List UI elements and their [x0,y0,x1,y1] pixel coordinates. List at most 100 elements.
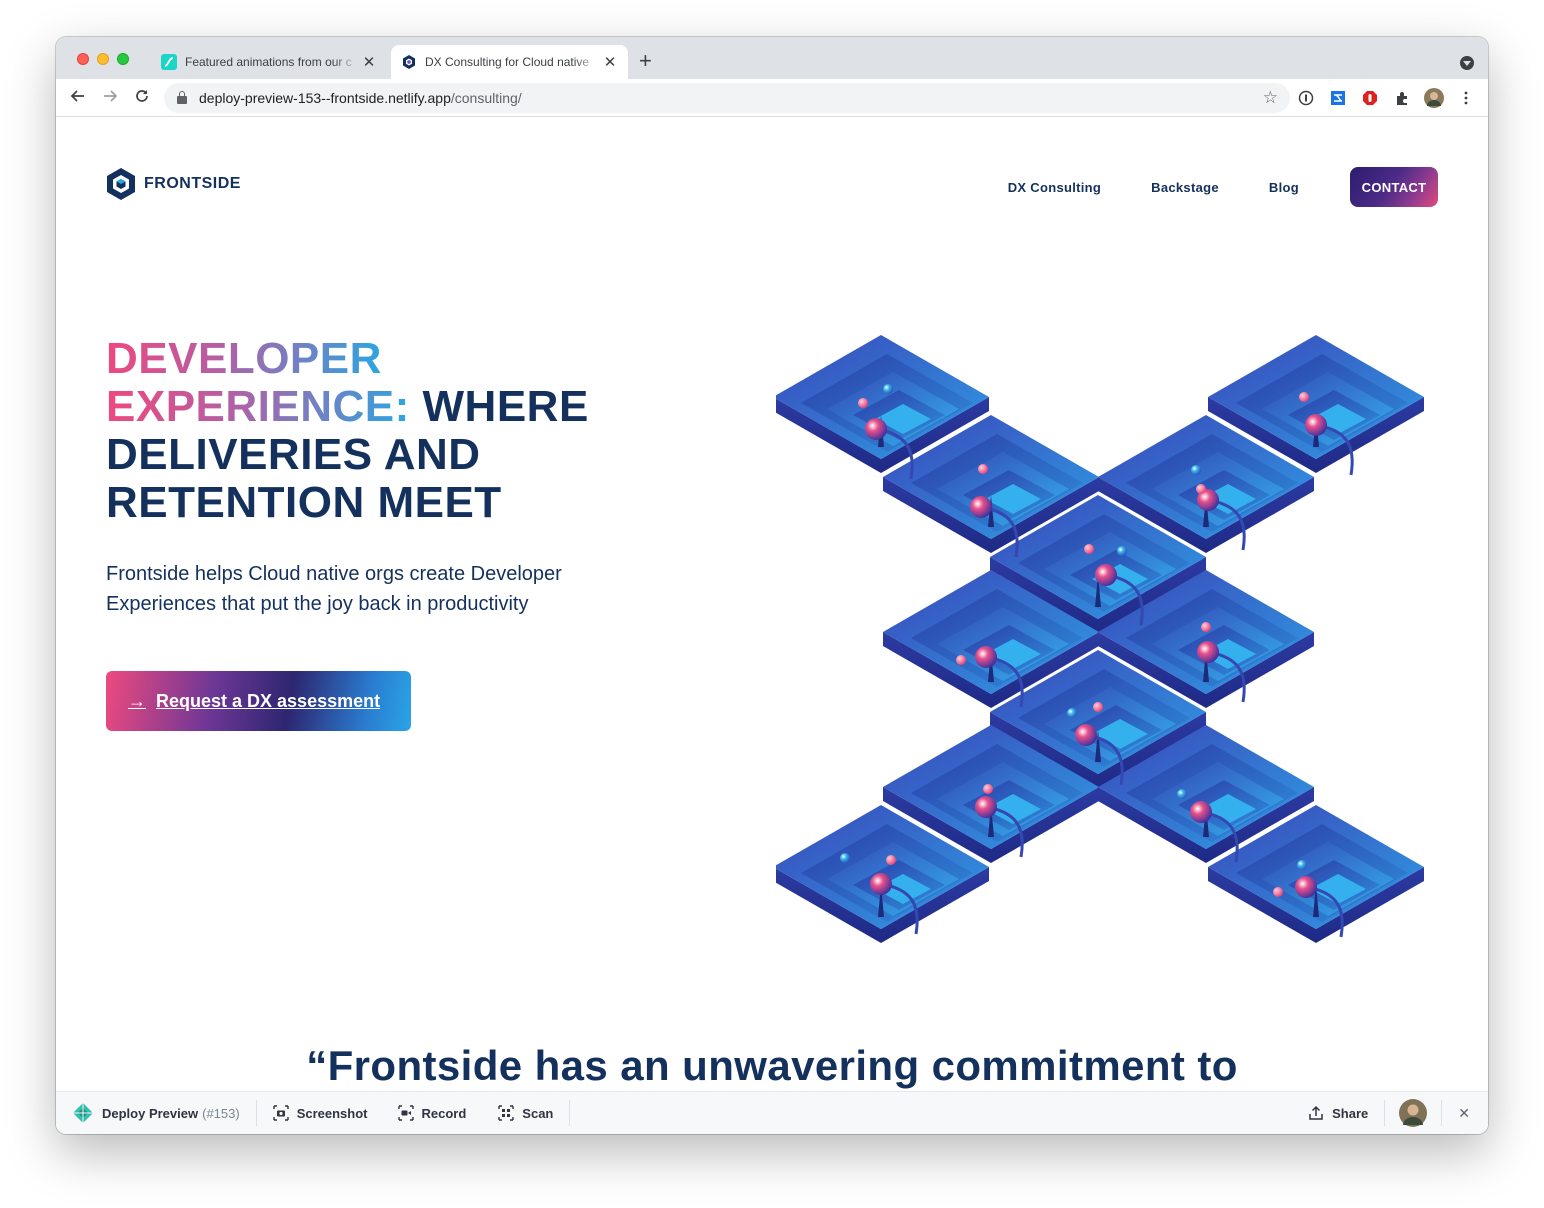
frontside-logo-icon [107,168,135,200]
arrow-right-icon: → [128,690,146,711]
hero-title: DEVELOPER EXPERIENCE: WHERE DELIVERIES A… [106,335,666,527]
record-video-icon [397,1105,414,1121]
screenshot-label: Screenshot [296,1105,368,1121]
main-nav: DX Consulting Backstage Blog CONTACT [1008,167,1438,207]
browser-menu-icon[interactable] [1458,90,1474,106]
screenshot-button[interactable]: Screenshot [257,1092,384,1135]
url-host: deploy-preview-153--frontside.netlify.ap… [199,90,451,106]
scan-label: Scan [522,1105,554,1121]
adblock-extension-icon[interactable] [1362,90,1378,106]
small-sphere [978,464,988,474]
url-path: /consulting/ [450,90,522,106]
nav-dx-consulting[interactable]: DX Consulting [1008,180,1101,195]
divider [569,1100,571,1126]
hero-title-line2-rest: WHERE [409,382,589,431]
back-icon[interactable] [70,88,86,108]
logo-wordmark: FRONTSIDE [144,175,241,192]
small-sphere [1299,392,1309,402]
close-window-button[interactable] [77,53,89,65]
browser-toolbar: deploy-preview-153--frontside.netlify.ap… [56,79,1488,117]
sphere [1095,564,1117,586]
small-sphere [886,855,896,865]
share-icon [1308,1105,1324,1121]
lottie-favicon-icon [161,54,177,70]
tab-close-icon[interactable]: ✕ [600,53,620,71]
deploy-preview-label: Deploy Preview [102,1105,199,1121]
sphere [1190,801,1212,823]
netlify-logo-icon [72,1102,94,1124]
page-content: FRONTSIDE DX Consulting Backstage Blog C… [56,117,1488,1091]
tab-search-icon[interactable] [1460,56,1474,70]
sphere [870,873,892,895]
frontside-logo[interactable]: FRONTSIDE [106,167,241,201]
sphere [975,796,997,818]
tab-title: DX Consulting for Cloud native [425,55,590,69]
nav-backstage[interactable]: Backstage [1151,180,1219,195]
hero-title-line3: DELIVERIES AND [106,430,481,479]
deploy-preview-info[interactable]: Deploy Preview (#153) [56,1092,256,1135]
lock-icon[interactable] [177,91,187,104]
extensions-puzzle-icon[interactable] [1394,90,1410,106]
netlify-deploy-preview-bar: Deploy Preview (#153) Screenshot Record … [56,1091,1488,1134]
sphere [1305,414,1327,436]
small-sphere [1177,789,1187,799]
hero-title-line2-gradient: EXPERIENCE: [106,382,410,431]
tab-strip: Featured animations from our c ✕ DX Cons… [56,37,1488,79]
small-sphere [1191,465,1201,475]
small-sphere [840,853,850,863]
record-button[interactable]: Record [384,1092,483,1135]
profile-avatar[interactable] [1424,88,1444,108]
url-text: deploy-preview-153--frontside.netlify.ap… [199,90,522,106]
share-label: Share [1332,1105,1369,1121]
sphere [1075,724,1097,746]
maximize-window-button[interactable] [117,53,129,65]
sphere [865,418,887,440]
sphere [975,646,997,668]
small-sphere [1084,544,1094,554]
browser-window: Featured animations from our c ✕ DX Cons… [56,37,1488,1134]
contact-button[interactable]: CONTACT [1350,167,1438,207]
share-button[interactable]: Share [1292,1092,1384,1135]
password-manager-extension-icon[interactable] [1298,90,1314,106]
small-sphere [1201,622,1211,632]
qr-scan-icon [498,1105,514,1121]
small-sphere [983,784,993,794]
camera-icon [272,1105,289,1121]
tab-dx-consulting[interactable]: DX Consulting for Cloud native ✕ [391,45,628,79]
sphere [1295,876,1317,898]
small-sphere [883,384,893,394]
hero-title-line1: DEVELOPER [106,334,382,383]
small-sphere [1117,546,1127,556]
close-bar-button[interactable]: ✕ [1442,1092,1488,1135]
tab-close-icon[interactable]: ✕ [359,53,379,71]
small-sphere [1093,702,1103,712]
user-avatar[interactable] [1385,1092,1441,1135]
bookmark-star-icon[interactable]: ☆ [1263,88,1278,108]
small-sphere [1273,887,1283,897]
record-label: Record [421,1105,467,1121]
minimize-window-button[interactable] [97,53,109,65]
tab-title: Featured animations from our c [185,55,352,69]
sphere [970,496,992,518]
nav-blog[interactable]: Blog [1269,180,1299,195]
screenshot-extension-icon[interactable] [1330,90,1346,106]
small-sphere [858,398,868,408]
forward-icon[interactable] [102,88,118,108]
small-sphere [1297,860,1307,870]
address-bar[interactable]: deploy-preview-153--frontside.netlify.ap… [164,83,1290,113]
avatar [1399,1099,1428,1127]
request-dx-assessment-button[interactable]: → Request a DX assessment [106,671,411,731]
sphere [1197,641,1219,663]
hero-title-line4: RETENTION MEET [106,478,502,527]
hero-subtitle: Frontside helps Cloud native orgs create… [106,563,562,615]
hero-illustration [776,335,1424,943]
tab-featured-animations[interactable]: Featured animations from our c ✕ [151,45,387,79]
reload-icon[interactable] [134,88,150,108]
small-sphere [1067,708,1077,718]
new-tab-button[interactable]: + [639,50,652,72]
testimonial-quote: “Frontside has an unwavering commitment … [306,1042,1238,1089]
small-sphere [1196,484,1206,494]
scan-button[interactable]: Scan [482,1092,569,1135]
frontside-favicon-icon [401,54,417,70]
cta-label: Request a DX assessment [156,690,381,711]
